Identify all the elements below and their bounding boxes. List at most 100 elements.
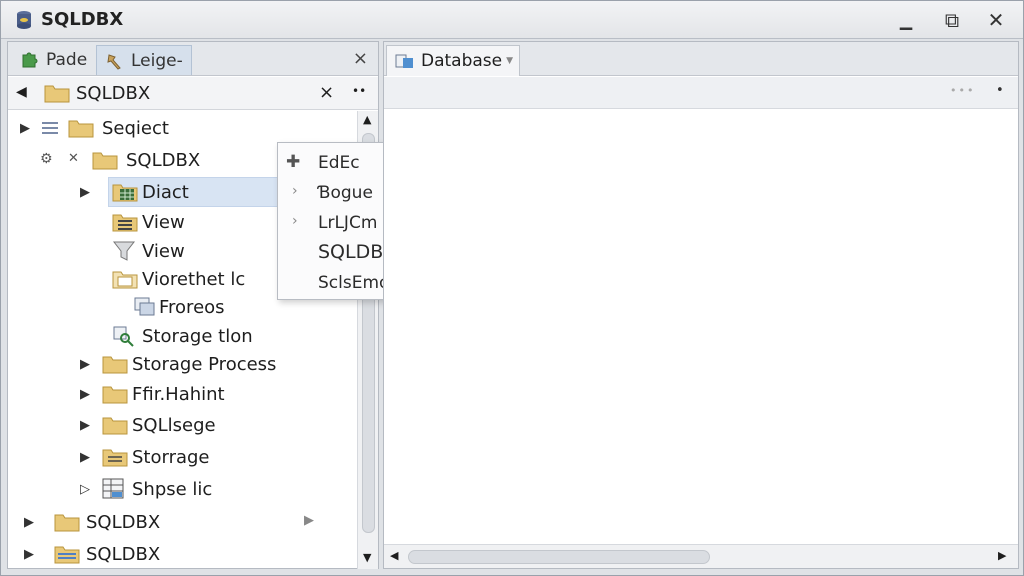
menu-item-lrljcm[interactable]: LrLJCm (318, 213, 377, 233)
tab-dropdown-icon[interactable]: ▼ (506, 56, 513, 66)
tree-item-ffir-hahint[interactable]: ▶ Ffir.Hahint (8, 379, 356, 409)
clear-path-icon[interactable]: × (319, 82, 334, 103)
menu-item-bogue[interactable]: Ɓogue (318, 183, 373, 203)
expand-arrow-icon[interactable]: ▶ (78, 418, 92, 433)
database-app-icon (17, 11, 31, 29)
close-button[interactable]: ✕ (981, 6, 1011, 34)
tree-item-label: Storage tlon (142, 325, 253, 347)
menu-item-edec[interactable]: EdEc (318, 153, 360, 173)
scroll-right-icon[interactable]: ▶ (998, 549, 1006, 562)
tab-pade[interactable]: Pade (12, 45, 95, 75)
object-explorer-panel: Pade Leige- × ◀ SQLDBX × •• ▶ Seqiect ⚙ … (7, 41, 379, 569)
puzzle-icon: ✚ (286, 152, 301, 172)
menu-item-sclsemo[interactable]: SclsEmo (318, 273, 389, 293)
tree-item-label: Froreos (159, 296, 225, 318)
chevron-right-icon[interactable]: ▶ (304, 513, 314, 528)
editor-content[interactable] (384, 110, 1018, 544)
more-options-icon[interactable]: ••• (950, 84, 975, 97)
tab-leige[interactable]: Leige- (96, 45, 192, 75)
funnel-icon (112, 241, 136, 261)
tree-item-label: Storage Process (132, 353, 277, 375)
folder-icon (102, 386, 128, 404)
collapse-toggle-icon[interactable]: ✕ (68, 151, 79, 166)
tree-item-label: View (142, 211, 185, 233)
hammer-icon (107, 53, 121, 70)
expand-arrow-icon[interactable]: ▶ (22, 547, 36, 562)
scroll-up-icon[interactable]: ▲ (363, 113, 371, 126)
expand-arrow-icon[interactable]: ▶ (78, 450, 92, 465)
tree-item-sqllsege[interactable]: ▶ SQLlsege (8, 410, 356, 440)
tree-item-storage-process[interactable]: ▶ Storage Process (8, 349, 356, 379)
folder-icon (112, 271, 138, 289)
back-arrow-icon[interactable]: ◀ (16, 84, 27, 100)
scroll-down-icon[interactable]: ▼ (363, 551, 371, 564)
folder-icon (68, 120, 94, 138)
restore-icon: ⧉ (944, 8, 960, 32)
list-folder-icon (54, 546, 80, 564)
minimize-icon: ▁ (899, 10, 913, 30)
grid-table-icon (102, 478, 124, 499)
tab-label: Database (421, 51, 503, 71)
expand-arrow-icon[interactable]: ▷ (78, 482, 92, 497)
tree-item-label: SQLDBX (126, 149, 201, 171)
editor-toolbar: ••• • (384, 77, 1018, 109)
view-icon (112, 214, 138, 232)
title-bar: SQLDBX ▁ ⧉ ✕ (1, 1, 1023, 39)
tab-label: Leige- (131, 50, 183, 71)
tree-item-label: SQLDBX (86, 511, 161, 533)
close-icon: ✕ (987, 8, 1005, 32)
tree-item-storrage[interactable]: ▶ Storrage (8, 442, 356, 472)
editor-horizontal-scrollbar[interactable]: ◀ ▶ (384, 544, 1018, 568)
folder-icon (102, 417, 128, 435)
restore-button[interactable]: ⧉ (937, 6, 967, 34)
tree-item-shpse-lic[interactable]: ▷ Shpse lic (8, 474, 356, 504)
tree-item-label: View (142, 240, 185, 262)
tree-item-sqldbx-2[interactable]: ▶ SQLDBX ▶ (8, 507, 356, 537)
gear-icon: ⚙ (40, 151, 53, 167)
window-title: SQLDBX (41, 9, 124, 30)
tab-label: Pade (46, 50, 88, 70)
app-window: SQLDBX ▁ ⧉ ✕ Pade Leige- × ◀ SQLDBX × ••… (0, 0, 1024, 576)
folder-icon (44, 85, 70, 103)
tree-item-label: SQLlsege (132, 414, 216, 436)
database-tab-icon (395, 54, 413, 68)
puzzle-icon (22, 52, 38, 68)
minimize-button[interactable]: ▁ (891, 6, 921, 34)
tree-item-storage-tlon[interactable]: Storage tlon (8, 321, 356, 351)
tree-item-label: Diact (142, 181, 189, 203)
tree-item-label: SQLDBX (86, 543, 161, 565)
tree-item-seqiect[interactable]: ▶ Seqiect (8, 113, 356, 143)
scrollbar-thumb[interactable] (408, 550, 710, 564)
close-panel-icon[interactable]: × (353, 48, 368, 69)
left-tab-bar: Pade Leige- × (8, 42, 378, 76)
folder-icon (102, 356, 128, 374)
expand-arrow-icon[interactable]: ▶ (22, 515, 36, 530)
menu-dot-icon[interactable]: • (996, 83, 1004, 98)
more-options-icon[interactable]: •• (352, 84, 366, 98)
tree-item-label: Ffir.Hahint (132, 383, 225, 405)
tree-item-label: Seqiect (102, 117, 169, 139)
table-icon (112, 184, 138, 202)
storage-folder-icon (102, 449, 128, 467)
scroll-left-icon[interactable]: ◀ (390, 549, 398, 562)
tree-item-label: Viorethet lc (142, 268, 246, 290)
chevron-right-icon: › (292, 213, 298, 229)
tree-item-sqldbx-3[interactable]: ▶ SQLDBX (8, 539, 356, 569)
tab-database[interactable]: Database ▼ (386, 45, 520, 76)
path-label: SQLDBX (76, 83, 151, 104)
folder-icon (54, 514, 80, 532)
editor-panel: Database ▼ ••• • ◀ ▶ (383, 41, 1019, 569)
list-icon (42, 122, 58, 134)
path-bar: ◀ SQLDBX × •• (8, 77, 378, 110)
expand-arrow-icon[interactable]: ▶ (78, 185, 92, 200)
magnifier-icon (113, 326, 134, 347)
tree-item-label: Storrage (132, 446, 210, 468)
expand-arrow-icon[interactable]: ▶ (78, 357, 92, 372)
expand-arrow-icon[interactable]: ▶ (78, 387, 92, 402)
chevron-right-icon: › (292, 183, 298, 199)
window-icon (134, 297, 155, 316)
folder-icon (92, 152, 118, 170)
expand-arrow-icon[interactable]: ▶ (18, 121, 32, 136)
tree-item-label: Shpse lic (132, 478, 213, 500)
editor-tab-bar: Database ▼ (384, 42, 1018, 76)
